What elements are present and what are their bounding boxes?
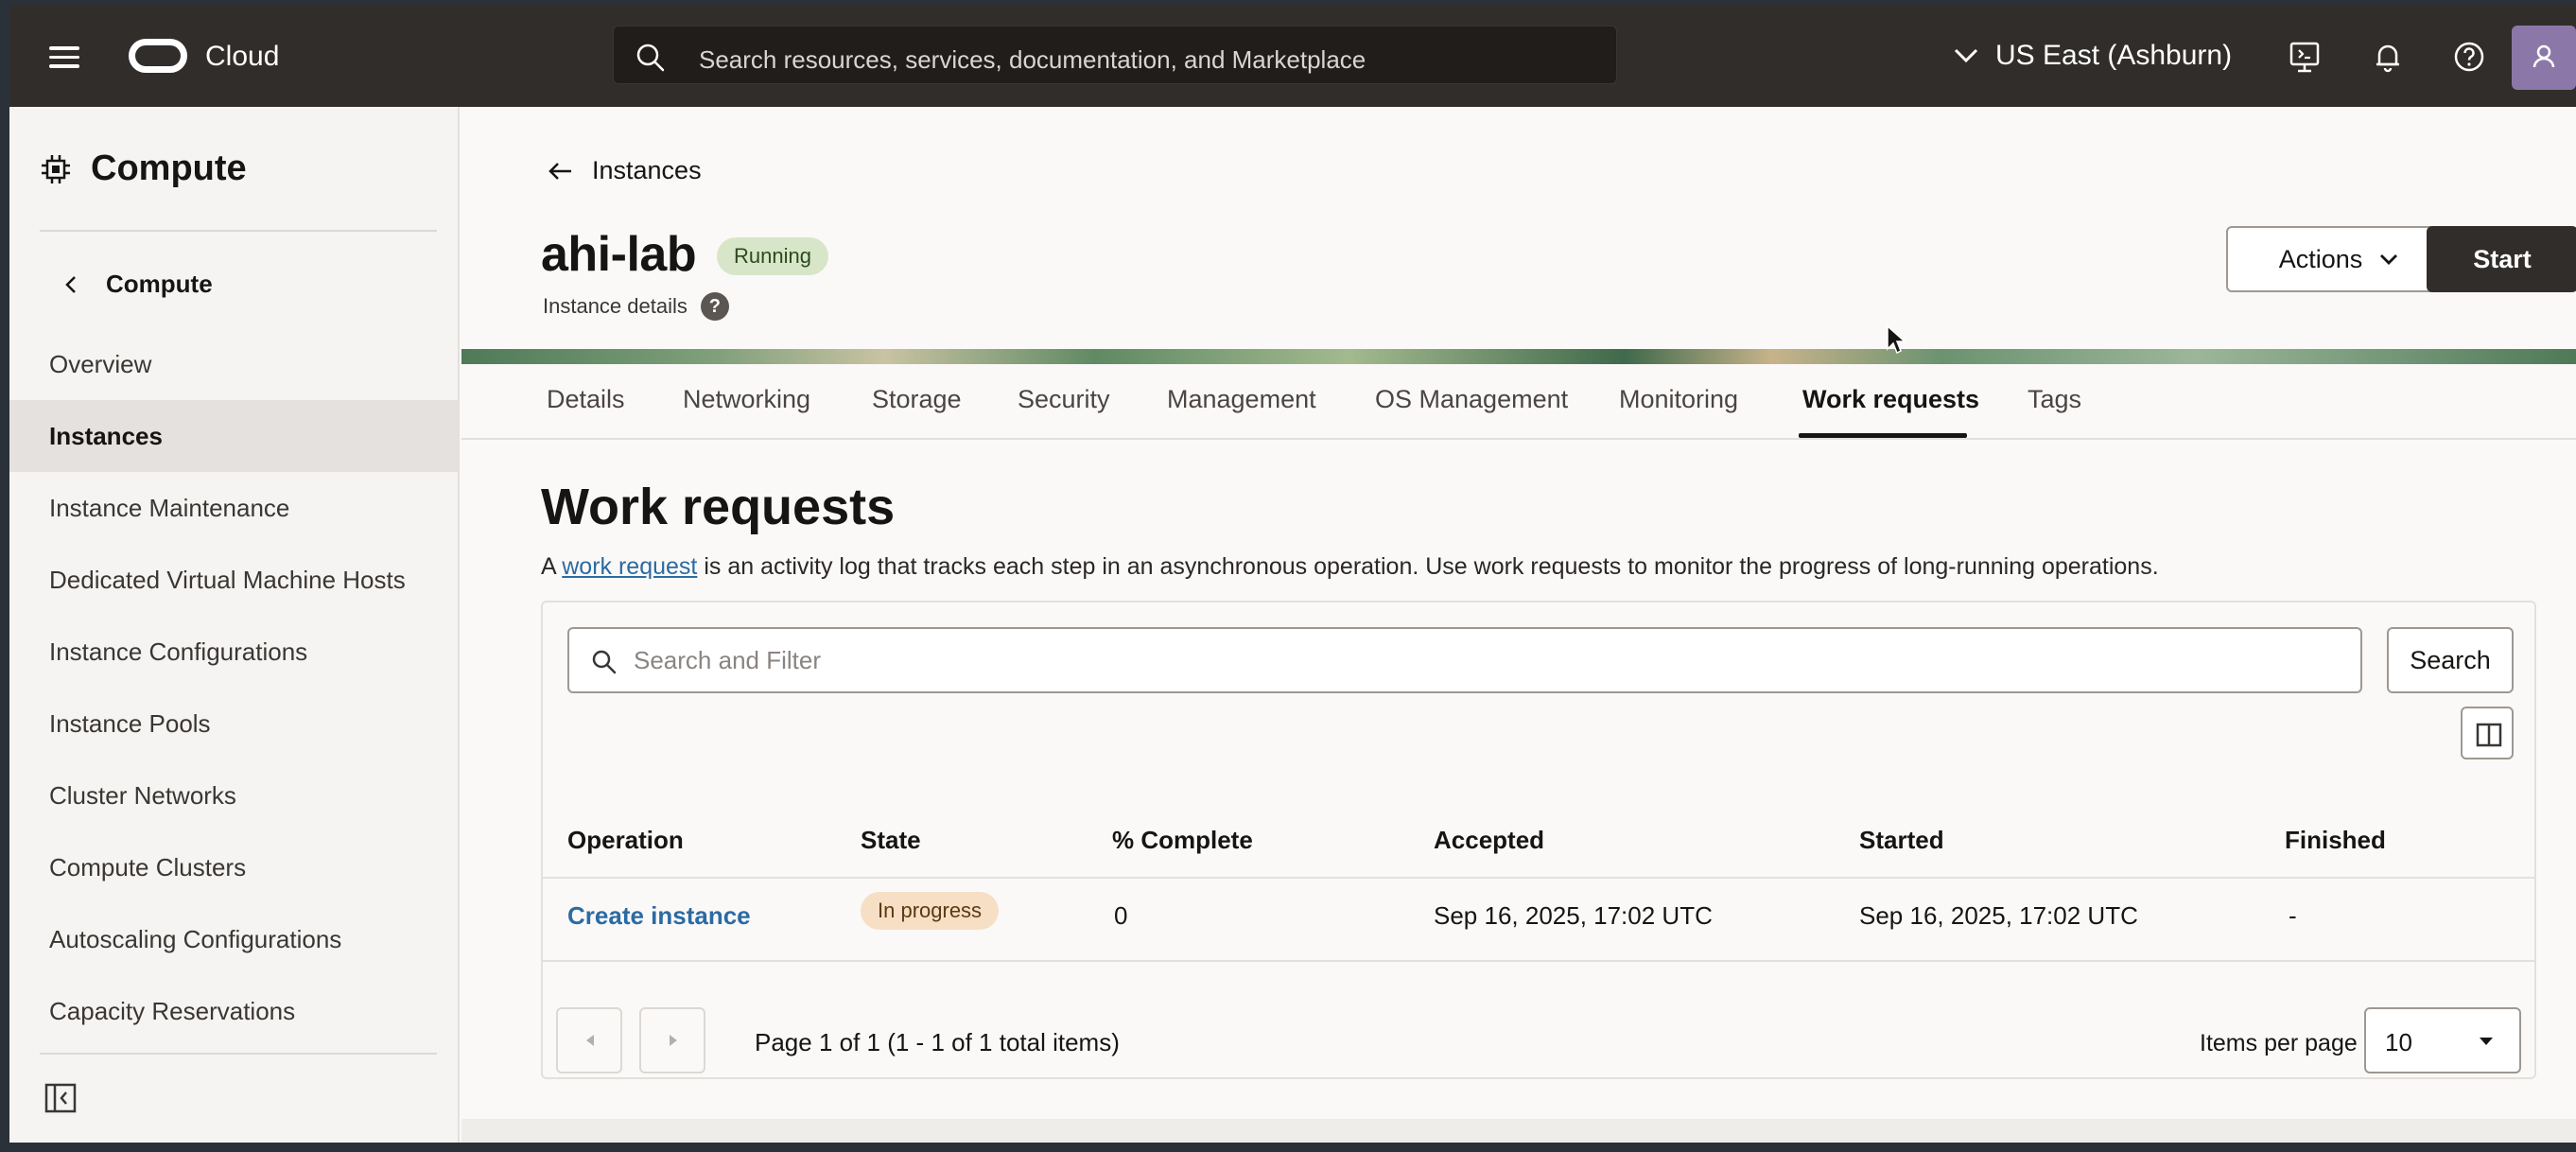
tab-work-requests[interactable]: Work requests (1802, 385, 1979, 414)
accepted-value: Sep 16, 2025, 17:02 UTC (1434, 901, 1713, 930)
instance-tabs: Details Networking Storage Security Mana… (461, 364, 2576, 440)
back-link-label: Instances (592, 156, 702, 184)
brand-name[interactable]: Cloud (205, 41, 279, 73)
sidebar-item-compute-clusters[interactable]: Compute Clusters (9, 831, 458, 903)
oracle-logo[interactable] (129, 39, 187, 73)
sidebar-item-instance-pools[interactable]: Instance Pools (9, 688, 458, 759)
caret-left-icon (586, 1035, 594, 1046)
column-header-operation[interactable]: Operation (567, 826, 684, 855)
sidebar-divider (40, 1053, 437, 1055)
mouse-cursor-icon (1887, 324, 1906, 355)
percent-complete-value: 0 (1114, 901, 1128, 930)
tab-networking[interactable]: Networking (683, 385, 810, 414)
columns-icon (2476, 723, 2502, 747)
finished-value: - (2289, 901, 2297, 930)
sidebar-back-label: Compute (106, 270, 213, 298)
region-selector[interactable]: US East (Ashburn) (1954, 33, 2232, 79)
work-request-help-link[interactable]: work request (562, 553, 697, 580)
oracle-cloud-console: Cloud Search resources, services, docume… (9, 5, 2576, 1143)
tab-storage[interactable]: Storage (872, 385, 962, 414)
sidebar-item-capacity-reservations[interactable]: Capacity Reservations (9, 975, 458, 1047)
sidebar-item-overview[interactable]: Overview (9, 328, 458, 400)
column-header-accepted[interactable]: Accepted (1434, 826, 1544, 855)
actions-button-label: Actions (2278, 244, 2363, 273)
in-progress-status-badge: In progress (861, 892, 1000, 930)
tab-management[interactable]: Management (1167, 385, 1316, 414)
top-navigation-bar: Cloud Search resources, services, docume… (9, 5, 2576, 107)
next-page-button[interactable] (639, 1007, 705, 1073)
search-button[interactable]: Search (2387, 627, 2514, 693)
items-per-page-value: 10 (2385, 1028, 2412, 1056)
sidebar-back-link[interactable]: Compute (64, 270, 213, 299)
main-content: Instances ahi-lab Running Instance detai… (461, 107, 2576, 1143)
chip-icon (42, 154, 70, 183)
search-icon (592, 650, 617, 674)
header-divider (543, 877, 2534, 879)
column-header-state[interactable]: State (861, 826, 921, 855)
actions-button[interactable]: Actions (2226, 226, 2451, 292)
caret-down-icon (2480, 1038, 2493, 1045)
user-avatar[interactable] (2512, 26, 2576, 90)
sidebar-item-instance-configurations[interactable]: Instance Configurations (9, 616, 458, 688)
previous-page-button[interactable] (556, 1007, 622, 1073)
back-to-instances-link[interactable]: Instances (547, 156, 702, 185)
cloud-shell-icon[interactable] (2287, 39, 2323, 75)
region-label: US East (Ashburn) (1995, 40, 2233, 71)
user-icon (2532, 44, 2555, 68)
pagination-summary: Page 1 of 1 (1 - 1 of 1 total items) (755, 1028, 1120, 1056)
tab-monitoring[interactable]: Monitoring (1619, 385, 1738, 414)
sidebar-item-instances[interactable]: Instances (9, 400, 458, 472)
arrow-left-icon (548, 162, 571, 180)
bell-icon[interactable] (2370, 39, 2406, 75)
search-icon (636, 44, 665, 72)
decorative-banner (461, 349, 2576, 364)
help-icon[interactable]: ? (700, 292, 729, 321)
column-header-finished[interactable]: Finished (2285, 826, 2386, 855)
started-value: Sep 16, 2025, 17:02 UTC (1859, 901, 2138, 930)
running-status-badge: Running (717, 237, 828, 275)
chevron-left-icon (65, 275, 76, 293)
sidebar-item-dedicated-vm-hosts[interactable]: Dedicated Virtual Machine Hosts (9, 544, 458, 616)
sidebar-title-label: Compute (91, 148, 247, 188)
description-prefix: A (541, 553, 563, 580)
instance-subtitle: Instance details ? (543, 292, 729, 321)
global-search-input[interactable]: Search resources, services, documentatio… (613, 26, 1617, 84)
instance-name: ahi-lab (541, 227, 697, 282)
sidebar-item-autoscaling-configurations[interactable]: Autoscaling Configurations (9, 903, 458, 975)
items-per-page-label: Items per page (2200, 1030, 2358, 1056)
column-header-percent-complete[interactable]: % Complete (1112, 826, 1253, 855)
tab-security[interactable]: Security (1018, 385, 1110, 414)
section-title: Work requests (541, 479, 896, 535)
search-filter-input[interactable] (634, 631, 2336, 689)
search-filter-field[interactable] (567, 627, 2362, 693)
left-sidebar: Compute Compute Overview Instances Insta… (9, 107, 460, 1143)
operation-link[interactable]: Create instance (567, 901, 751, 931)
tab-details[interactable]: Details (547, 385, 625, 414)
section-description: A work request is an activity log that t… (541, 553, 2159, 581)
chevron-down-icon (2380, 254, 2398, 265)
caret-right-icon (670, 1035, 677, 1046)
hamburger-menu-icon[interactable] (49, 41, 104, 79)
row-divider (543, 960, 2534, 962)
collapse-sidebar-icon[interactable] (44, 1081, 78, 1115)
column-header-started[interactable]: Started (1859, 826, 1944, 855)
description-suffix: is an activity log that tracks each step… (697, 553, 2159, 580)
tab-tags[interactable]: Tags (2028, 385, 2081, 414)
sidebar-title: Compute (40, 148, 247, 189)
footer-strip (461, 1119, 2576, 1143)
chevron-down-icon (1954, 48, 1978, 63)
start-button[interactable]: Start (2427, 226, 2576, 292)
instance-subtitle-label: Instance details (543, 294, 688, 318)
help-icon[interactable] (2451, 39, 2487, 75)
sidebar-item-instance-maintenance[interactable]: Instance Maintenance (9, 472, 458, 544)
global-search-placeholder: Search resources, services, documentatio… (699, 45, 1366, 74)
tab-os-management[interactable]: OS Management (1375, 385, 1568, 414)
manage-columns-button[interactable] (2461, 707, 2514, 759)
items-per-page-select[interactable]: 10 (2364, 1007, 2521, 1073)
sidebar-item-cluster-networks[interactable]: Cluster Networks (9, 759, 458, 831)
work-requests-panel: Search Operation State % Complete Accept… (541, 601, 2536, 1079)
sidebar-divider (40, 230, 437, 232)
active-tab-indicator (1799, 433, 1967, 438)
